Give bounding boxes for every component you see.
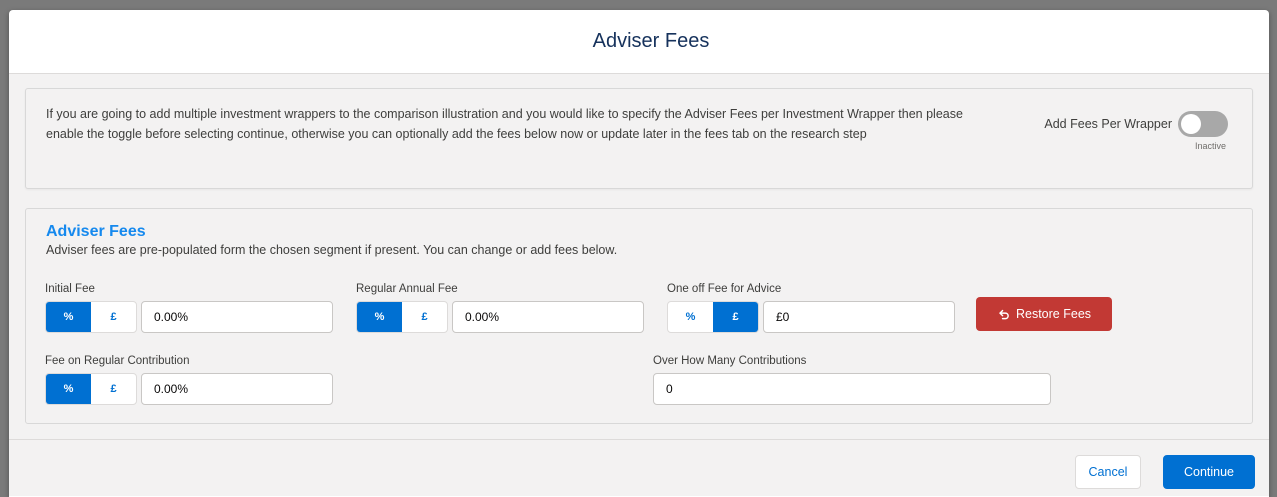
one-off-fee-unit-toggle: % £ [667, 301, 759, 333]
restore-fees-label: Restore Fees [1015, 307, 1092, 321]
regular-contribution-fee-input[interactable] [141, 373, 333, 405]
modal-footer: Cancel Continue [9, 440, 1269, 496]
contributions-count-field: Over How Many Contributions [653, 355, 1051, 405]
contributions-count-input[interactable] [653, 373, 1051, 405]
cancel-button[interactable]: Cancel [1075, 455, 1141, 489]
modal-body: If you are going to add multiple investm… [9, 74, 1269, 440]
initial-fee-field: Initial Fee % £ [45, 283, 333, 333]
initial-fee-unit-toggle: % £ [45, 301, 137, 333]
toggle-status: Inactive [1194, 141, 1226, 151]
undo-icon [999, 309, 1009, 319]
regular-annual-fee-percent-button[interactable]: % [357, 302, 402, 332]
regular-contribution-fee-field: Fee on Regular Contribution % £ [45, 355, 333, 405]
info-text: If you are going to add multiple investm… [46, 107, 963, 141]
regular-annual-fee-input[interactable] [452, 301, 644, 333]
regular-annual-fee-unit-toggle: % £ [356, 301, 448, 333]
fees-section-title: Adviser Fees [46, 223, 146, 240]
one-off-fee-field: One off Fee for Advice % £ [667, 283, 955, 333]
initial-fee-percent-button[interactable]: % [46, 302, 91, 332]
regular-contribution-fee-label: Fee on Regular Contribution [45, 355, 190, 367]
continue-button[interactable]: Continue [1163, 455, 1255, 489]
adviser-fees-panel: Adviser Fees Adviser fees are pre-popula… [25, 208, 1253, 424]
regular-contribution-fee-unit-toggle: % £ [45, 373, 137, 405]
initial-fee-label: Initial Fee [45, 283, 95, 295]
restore-fees-button[interactable]: Restore Fees [976, 297, 1112, 331]
one-off-fee-label: One off Fee for Advice [667, 283, 782, 295]
one-off-fee-percent-button[interactable]: % [668, 302, 713, 332]
one-off-fee-pound-button[interactable]: £ [713, 302, 758, 332]
initial-fee-pound-button[interactable]: £ [91, 302, 136, 332]
toggle-label: Add Fees Per Wrapper [1044, 117, 1172, 131]
regular-contribution-fee-percent-button[interactable]: % [46, 374, 91, 404]
regular-annual-fee-label: Regular Annual Fee [356, 283, 458, 295]
info-panel: If you are going to add multiple investm… [25, 88, 1253, 189]
regular-contribution-fee-pound-button[interactable]: £ [91, 374, 136, 404]
one-off-fee-input[interactable] [763, 301, 955, 333]
fees-per-wrapper-toggle-group: Add Fees Per Wrapper Inactive [1018, 111, 1228, 161]
regular-annual-fee-field: Regular Annual Fee % £ [356, 283, 644, 333]
modal-title: Adviser Fees [592, 30, 710, 52]
adviser-fees-modal: Adviser Fees If you are going to add mul… [9, 10, 1269, 497]
fees-per-wrapper-toggle[interactable] [1178, 111, 1228, 137]
initial-fee-input[interactable] [141, 301, 333, 333]
modal-header: Adviser Fees [9, 10, 1269, 74]
regular-annual-fee-pound-button[interactable]: £ [402, 302, 447, 332]
contributions-count-label: Over How Many Contributions [653, 355, 807, 367]
fees-section-description: Adviser fees are pre-populated form the … [46, 243, 618, 257]
toggle-knob [1181, 114, 1201, 134]
